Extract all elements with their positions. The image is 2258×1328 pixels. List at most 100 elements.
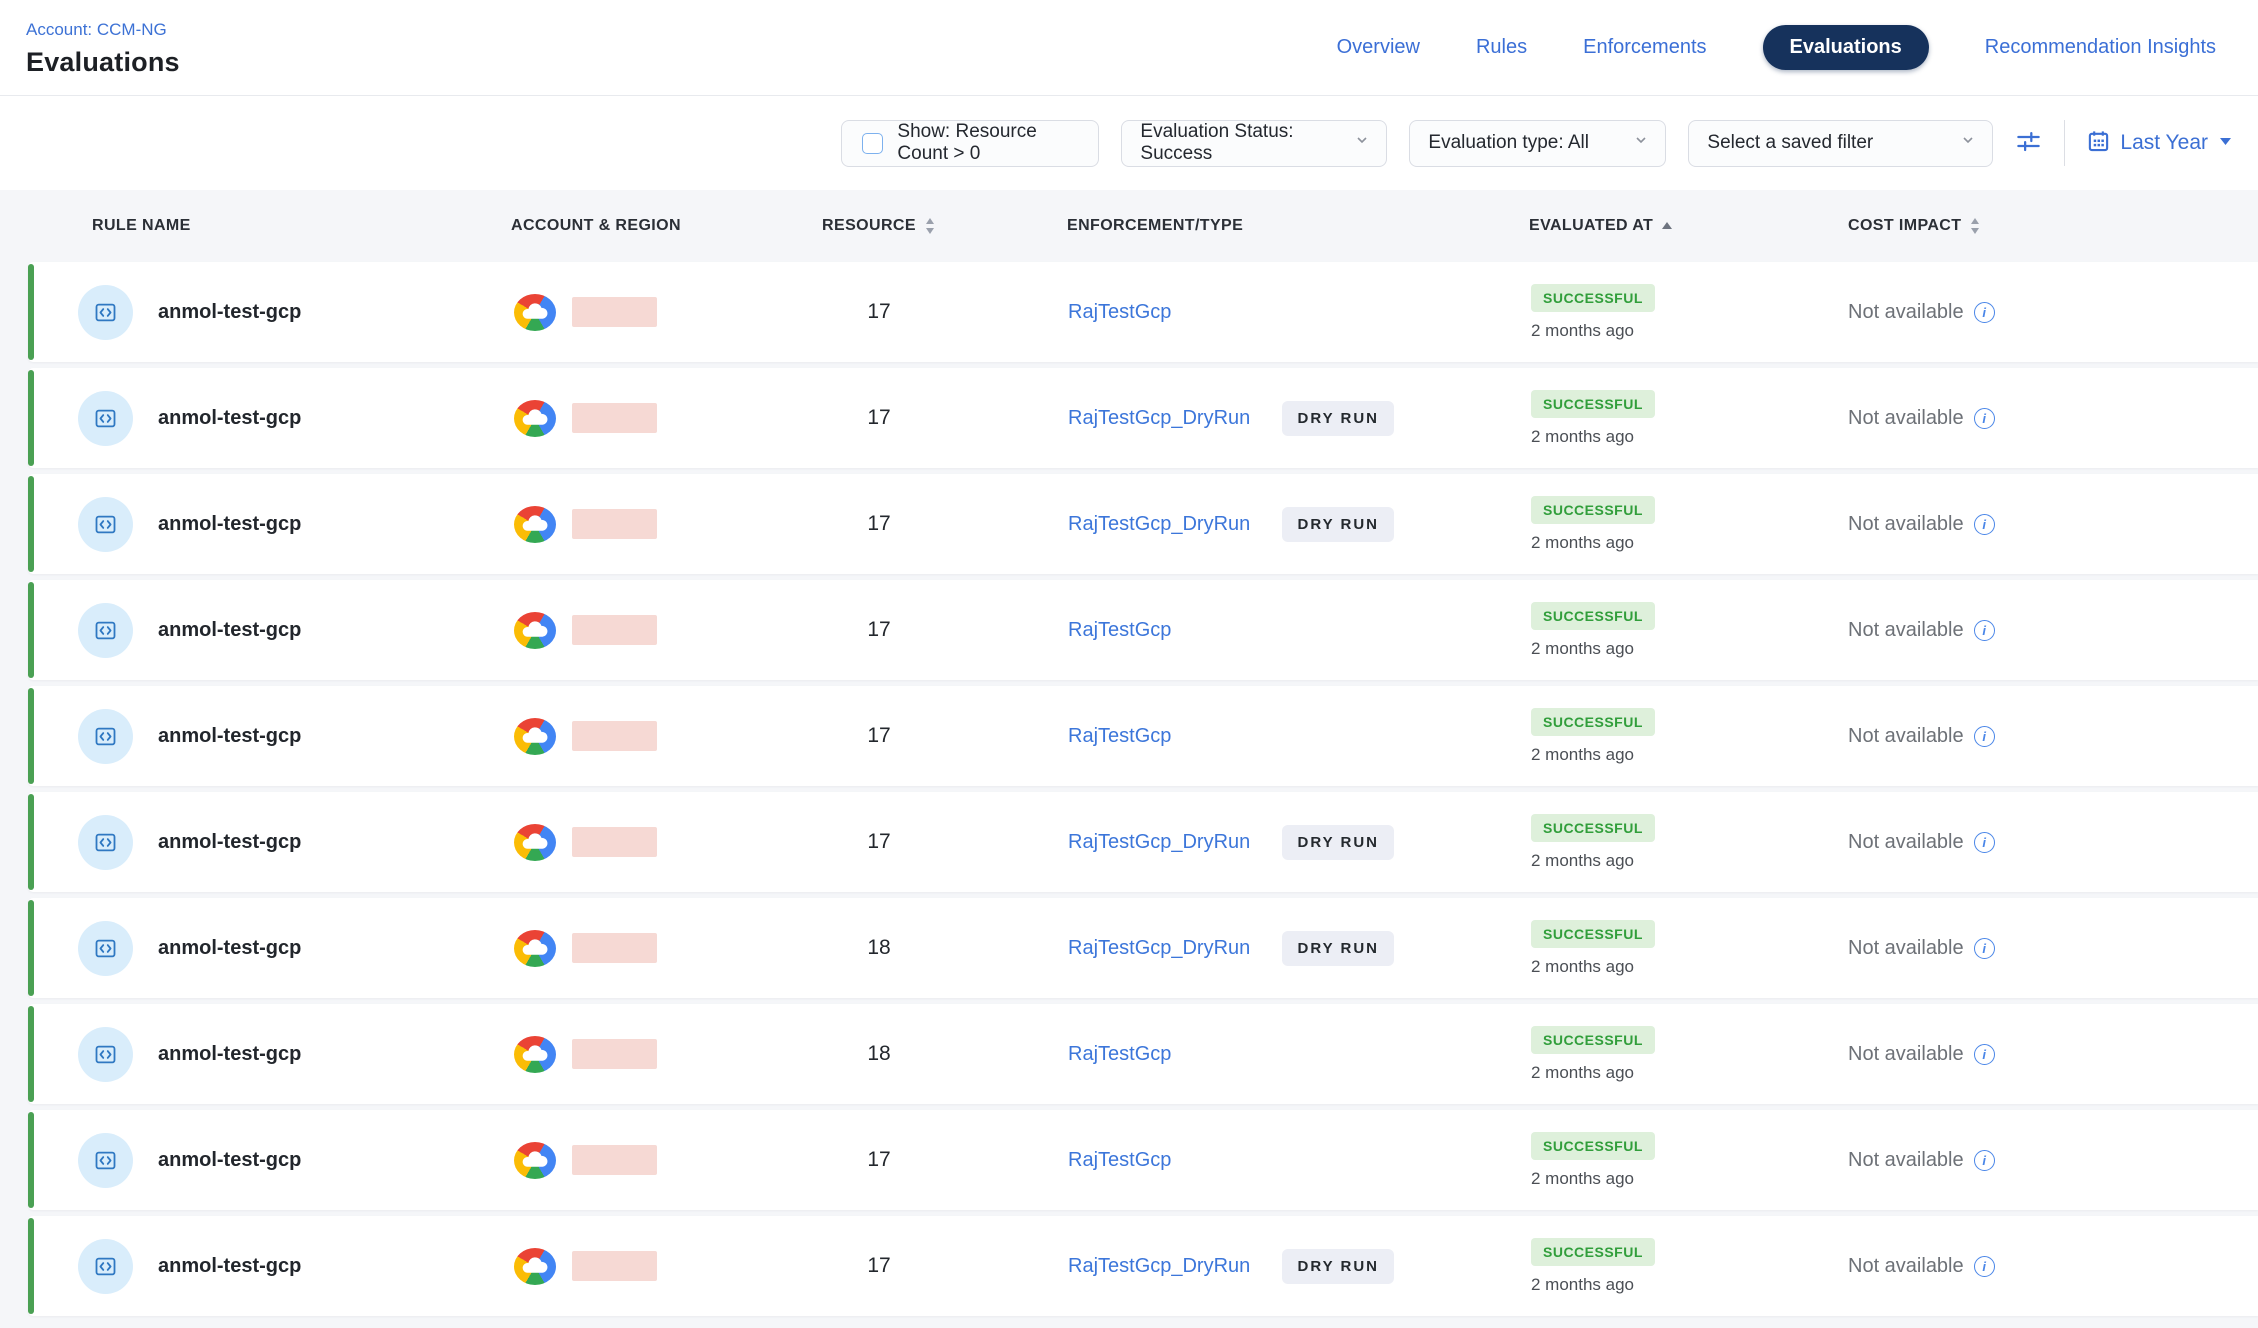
status-accent-bar bbox=[28, 794, 34, 890]
resource-count-checkbox[interactable] bbox=[862, 133, 883, 154]
info-icon[interactable]: i bbox=[1974, 620, 1995, 641]
enforcement-link[interactable]: RajTestGcp_DryRun bbox=[1068, 1255, 1282, 1278]
filter-bar: Show: Resource Count > 0 Evaluation Stat… bbox=[0, 96, 2258, 190]
resource-count: 17 bbox=[814, 1148, 944, 1172]
table-row[interactable]: anmol-test-gcp 17 RajTestGcp_DryRun DRY … bbox=[28, 368, 2258, 468]
evaluated-time: 2 months ago bbox=[1531, 1169, 1634, 1189]
info-icon[interactable]: i bbox=[1974, 726, 1995, 747]
date-range-picker[interactable]: Last Year bbox=[2087, 129, 2233, 157]
rule-icon bbox=[78, 497, 133, 552]
info-icon[interactable]: i bbox=[1974, 938, 1995, 959]
rule-name: anmol-test-gcp bbox=[158, 619, 301, 642]
tab-enforcements[interactable]: Enforcements bbox=[1583, 36, 1706, 59]
sort-asc-icon[interactable] bbox=[1661, 221, 1673, 231]
chevron-down-icon bbox=[1960, 132, 1976, 154]
info-icon[interactable]: i bbox=[1974, 302, 1995, 323]
enforcement-link[interactable]: RajTestGcp bbox=[1068, 1149, 1298, 1172]
status-badge: SUCCESSFUL bbox=[1531, 1026, 1655, 1054]
enforcement-link[interactable]: RajTestGcp_DryRun bbox=[1068, 937, 1282, 960]
status-badge: SUCCESSFUL bbox=[1531, 1132, 1655, 1160]
account-breadcrumb[interactable]: Account: CCM-NG bbox=[26, 20, 180, 40]
resource-count: 17 bbox=[814, 300, 944, 324]
evaluated-time: 2 months ago bbox=[1531, 1063, 1634, 1083]
info-icon[interactable]: i bbox=[1974, 1256, 1995, 1277]
rule-icon bbox=[78, 285, 133, 340]
evaluated-time: 2 months ago bbox=[1531, 957, 1634, 977]
cost-impact-value: Not available bbox=[1848, 831, 1964, 854]
dry-run-badge: DRY RUN bbox=[1282, 401, 1394, 436]
redacted-account-name bbox=[572, 297, 657, 327]
cost-impact-value: Not available bbox=[1848, 619, 1964, 642]
status-accent-bar bbox=[28, 900, 34, 996]
table-row[interactable]: anmol-test-gcp 17 RajTestGcp DRY RUN SUC… bbox=[28, 262, 2258, 362]
status-badge: SUCCESSFUL bbox=[1531, 390, 1655, 418]
table-row[interactable]: anmol-test-gcp 17 RajTestGcp_DryRun DRY … bbox=[28, 1216, 2258, 1316]
evaluation-type-dropdown[interactable]: Evaluation type: All bbox=[1409, 120, 1666, 167]
enforcement-link[interactable]: RajTestGcp bbox=[1068, 301, 1298, 324]
info-icon[interactable]: i bbox=[1974, 408, 1995, 429]
status-accent-bar bbox=[28, 1218, 34, 1314]
table-row[interactable]: anmol-test-gcp 17 RajTestGcp DRY RUN SUC… bbox=[28, 686, 2258, 786]
status-badge: SUCCESSFUL bbox=[1531, 496, 1655, 524]
top-navigation: Overview Rules Enforcements Evaluations … bbox=[1337, 25, 2216, 70]
rule-name: anmol-test-gcp bbox=[158, 407, 301, 430]
resource-count-filter[interactable]: Show: Resource Count > 0 bbox=[841, 120, 1099, 167]
status-accent-bar bbox=[28, 1006, 34, 1102]
rule-name: anmol-test-gcp bbox=[158, 1255, 301, 1278]
tab-evaluations[interactable]: Evaluations bbox=[1763, 25, 1929, 70]
tab-overview[interactable]: Overview bbox=[1337, 36, 1420, 59]
enforcement-link[interactable]: RajTestGcp bbox=[1068, 619, 1298, 642]
rule-icon bbox=[78, 391, 133, 446]
rule-icon bbox=[78, 603, 133, 658]
tab-rules[interactable]: Rules bbox=[1476, 36, 1527, 59]
enforcement-link[interactable]: RajTestGcp_DryRun bbox=[1068, 831, 1282, 854]
gcp-cloud-icon bbox=[514, 824, 556, 861]
evaluated-time: 2 months ago bbox=[1531, 639, 1634, 659]
saved-filter-dropdown[interactable]: Select a saved filter bbox=[1688, 120, 1993, 167]
info-icon[interactable]: i bbox=[1974, 1044, 1995, 1065]
column-cost-impact: COST IMPACT bbox=[1724, 217, 2258, 235]
table-row[interactable]: anmol-test-gcp 17 RajTestGcp_DryRun DRY … bbox=[28, 474, 2258, 574]
rule-name: anmol-test-gcp bbox=[158, 937, 301, 960]
info-icon[interactable]: i bbox=[1974, 832, 1995, 853]
evaluated-time: 2 months ago bbox=[1531, 1275, 1634, 1295]
info-icon[interactable]: i bbox=[1974, 514, 1995, 535]
evaluated-time: 2 months ago bbox=[1531, 745, 1634, 765]
rule-icon bbox=[78, 921, 133, 976]
status-accent-bar bbox=[28, 582, 34, 678]
table-row[interactable]: anmol-test-gcp 17 RajTestGcp DRY RUN SUC… bbox=[28, 580, 2258, 680]
evaluation-status-dropdown[interactable]: Evaluation Status: Success bbox=[1121, 120, 1387, 167]
evaluated-time: 2 months ago bbox=[1531, 321, 1634, 341]
status-badge: SUCCESSFUL bbox=[1531, 920, 1655, 948]
sort-icon[interactable] bbox=[924, 217, 936, 235]
table-header: RULE NAME ACCOUNT & REGION RESOURCE ENFO… bbox=[28, 190, 2258, 262]
enforcement-link[interactable]: RajTestGcp bbox=[1068, 725, 1298, 748]
dry-run-badge: DRY RUN bbox=[1282, 825, 1394, 860]
gcp-cloud-icon bbox=[514, 506, 556, 543]
gcp-cloud-icon bbox=[514, 718, 556, 755]
enforcement-link[interactable]: RajTestGcp_DryRun bbox=[1068, 407, 1282, 430]
enforcement-link[interactable]: RajTestGcp_DryRun bbox=[1068, 513, 1282, 536]
rule-icon bbox=[78, 815, 133, 870]
enforcement-link[interactable]: RajTestGcp bbox=[1068, 1043, 1298, 1066]
table-row[interactable]: anmol-test-gcp 18 RajTestGcp DRY RUN SUC… bbox=[28, 1004, 2258, 1104]
table-row[interactable]: anmol-test-gcp 17 RajTestGcp_DryRun DRY … bbox=[28, 792, 2258, 892]
rule-icon bbox=[78, 709, 133, 764]
table-row[interactable]: anmol-test-gcp 17 RajTestGcp DRY RUN SUC… bbox=[28, 1110, 2258, 1210]
filter-settings-button[interactable] bbox=[2015, 128, 2042, 158]
rule-icon bbox=[78, 1239, 133, 1294]
info-icon[interactable]: i bbox=[1974, 1150, 1995, 1171]
redacted-account-name bbox=[572, 509, 657, 539]
gcp-cloud-icon bbox=[514, 930, 556, 967]
table-row[interactable]: anmol-test-gcp 18 RajTestGcp_DryRun DRY … bbox=[28, 898, 2258, 998]
column-resource: RESOURCE bbox=[814, 217, 944, 235]
sort-icon[interactable] bbox=[1969, 217, 1981, 235]
cost-impact-value: Not available bbox=[1848, 1255, 1964, 1278]
status-accent-bar bbox=[28, 688, 34, 784]
cost-impact-value: Not available bbox=[1848, 513, 1964, 536]
rule-name: anmol-test-gcp bbox=[158, 1149, 301, 1172]
tab-recommendation-insights[interactable]: Recommendation Insights bbox=[1985, 36, 2216, 59]
chevron-down-icon bbox=[1633, 132, 1649, 154]
evaluations-table-body: anmol-test-gcp 17 RajTestGcp DRY RUN SUC… bbox=[0, 262, 2258, 1316]
status-badge: SUCCESSFUL bbox=[1531, 1238, 1655, 1266]
